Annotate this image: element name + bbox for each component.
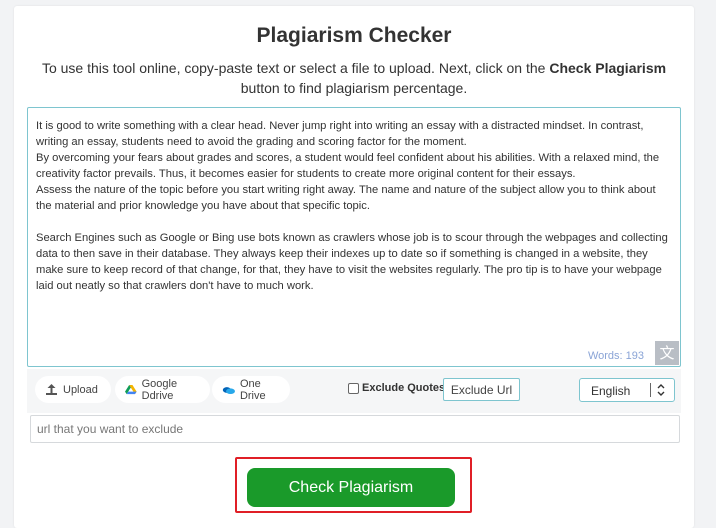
google-drive-label: Google Ddrive: [141, 377, 178, 402]
subtitle-text-end: button to find plagiarism percentage.: [240, 80, 468, 96]
page-subtitle: To use this tool online, copy-paste text…: [24, 58, 684, 98]
text-editor[interactable]: It is good to write something with a cle…: [27, 107, 681, 367]
onedrive-button[interactable]: One Drive: [212, 376, 290, 403]
exclude-quotes-option[interactable]: Exclude Quotes: [348, 382, 445, 394]
google-drive-icon: [125, 384, 137, 394]
onedrive-label: One Drive: [239, 377, 266, 402]
exclude-url-button[interactable]: Exclude Url: [443, 378, 520, 401]
check-plagiarism-button[interactable]: Check Plagiarism: [247, 468, 455, 507]
upload-label: Upload: [63, 383, 98, 396]
subtitle-bold: Check Plagiarism: [549, 60, 667, 76]
word-count: Words: 193: [587, 350, 644, 362]
upload-button[interactable]: Upload: [35, 376, 111, 403]
exclude-quotes-checkbox[interactable]: [348, 382, 359, 394]
exclude-url-input[interactable]: [30, 415, 680, 443]
page-title: Plagiarism Checker: [256, 24, 452, 47]
subtitle-text-start: To use this tool online, copy-paste text…: [41, 60, 550, 76]
select-separator: [650, 383, 651, 397]
upload-icon: [46, 383, 57, 395]
language-select[interactable]: English: [579, 378, 675, 402]
plagiarism-checker-card: Plagiarism Checker To use this tool onli…: [14, 6, 694, 528]
exclude-quotes-label: Exclude Quotes: [362, 382, 446, 394]
google-drive-button[interactable]: Google Ddrive: [115, 376, 210, 403]
language-value: English: [591, 384, 631, 398]
chevron-updown-icon: [657, 384, 665, 396]
translate-icon[interactable]: 文: [655, 341, 679, 365]
editor-content[interactable]: It is good to write something with a cle…: [36, 118, 672, 294]
onedrive-icon: [222, 386, 235, 394]
